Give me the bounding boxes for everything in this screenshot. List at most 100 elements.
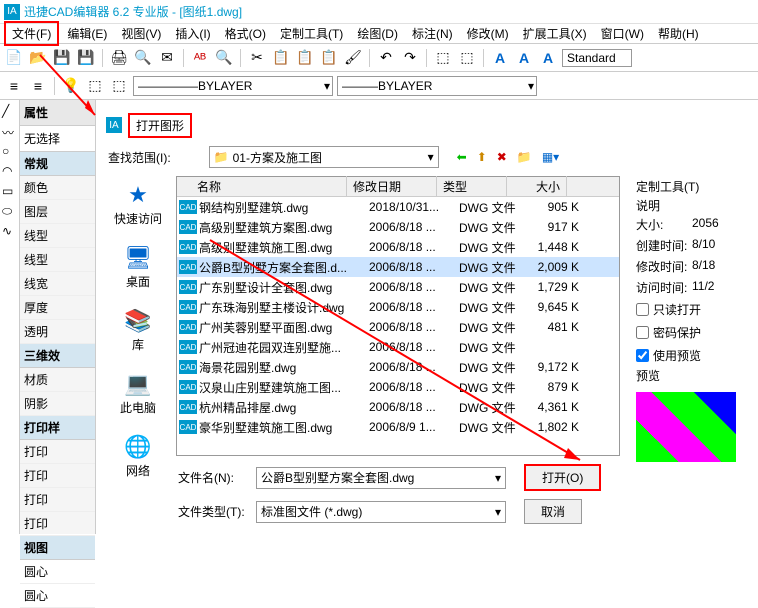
paste2-icon[interactable]: 📋 [319,48,339,68]
matchprop-icon[interactable]: 🖌 [343,48,363,68]
prop-row[interactable]: 打印 [20,512,95,536]
cancel-button[interactable]: 取消 [524,499,582,524]
file-row[interactable]: CAD杭州精品排屋.dwg2006/8/18 ...DWG 文件4,361 K [177,397,619,417]
new-icon[interactable]: 📄 [4,48,24,68]
place-库[interactable]: 📚库 [124,308,151,353]
line-icon[interactable]: ╱ [2,104,18,120]
file-row[interactable]: CAD广州芙蓉别墅平面图.dwg2006/8/18 ...DWG 文件481 K [177,317,619,337]
rect-icon[interactable]: ▭ [2,184,18,200]
file-row[interactable]: CAD广州冠迪花园双连别墅施...2006/8/18 ...DWG 文件 [177,337,619,357]
readonly-checkbox[interactable] [636,303,649,316]
prop-row[interactable]: 厚度 [20,296,95,320]
preview-checkbox[interactable] [636,349,649,362]
menu-file[interactable]: 文件(F) [4,21,59,46]
prop-row[interactable]: 线型 [20,248,95,272]
preview-icon[interactable]: 🔍 [133,48,153,68]
file-row[interactable]: CAD汉泉山庄别墅建筑施工图...2006/8/18 ...DWG 文件879 … [177,377,619,397]
paste-icon[interactable]: 📋 [295,48,315,68]
place-桌面[interactable]: 🖥桌面 [124,245,152,290]
prop-row[interactable]: 图层 [20,200,95,224]
file-row[interactable]: CAD广东别墅设计全套图.dwg2006/8/18 ...DWG 文件1,729… [177,277,619,297]
up-icon[interactable]: ⬆ [477,150,487,164]
layer-tool2-icon[interactable]: ⬚ [109,76,129,96]
prop-row[interactable]: 圆心 [20,584,95,608]
cut-icon[interactable]: ✂ [247,48,267,68]
viewmode-icon[interactable]: ▦▾ [542,150,559,164]
file-row[interactable]: CAD钢结构别墅建筑.dwg2018/10/31...DWG 文件905 K [177,197,619,217]
open-button[interactable]: 打开(O) [524,464,601,491]
print-icon[interactable]: 🖨 [109,48,129,68]
filename-input[interactable]: 公爵B型别墅方案全套图.dwg▾ [256,467,506,489]
file-row[interactable]: CAD公爵B型别墅方案全套图.d...2006/8/18 ...DWG 文件2,… [177,257,619,277]
copy-icon[interactable]: 📋 [271,48,291,68]
prop-row[interactable]: 透明 [20,320,95,344]
prop-row[interactable]: 线型 [20,224,95,248]
circle-icon[interactable]: ○ [2,144,18,160]
save-icon[interactable]: 💾 [52,48,72,68]
menu-dimension[interactable]: 标注(N) [406,23,459,44]
text-a3-icon[interactable]: A [538,48,558,68]
tool2-icon[interactable]: ⬚ [457,48,477,68]
tool1-icon[interactable]: ⬚ [433,48,453,68]
file-row[interactable]: CAD广东珠海别墅主楼设计.dwg2006/8/18 ...DWG 文件9,64… [177,297,619,317]
file-row[interactable]: CAD高级别墅建筑方案图.dwg2006/8/18 ...DWG 文件917 K [177,217,619,237]
prop-group-view[interactable]: 视图 [20,536,95,560]
spell-icon[interactable]: ᴬᴮ [190,48,210,68]
menu-help[interactable]: 帮助(H) [652,23,705,44]
polyline-icon[interactable]: 〰 [2,124,18,140]
layerstate-icon[interactable]: ≡ [28,76,48,96]
linetype-select[interactable]: —————BYLAYER▾ [133,76,333,96]
menu-customtools[interactable]: 定制工具(T) [274,23,349,44]
prop-row[interactable]: 材质 [20,368,95,392]
prop-row[interactable]: 打印 [20,440,95,464]
delete-icon[interactable]: ✖ [497,150,507,164]
file-row[interactable]: CAD高级别墅建筑施工图.dwg2006/8/18 ...DWG 文件1,448… [177,237,619,257]
menu-insert[interactable]: 插入(I) [169,23,216,44]
menu-format[interactable]: 格式(O) [219,23,272,44]
find-icon[interactable]: 🔍 [214,48,234,68]
file-row[interactable]: CAD豪华别墅建筑施工图.dwg2006/8/9 1...DWG 文件1,802… [177,417,619,437]
prop-row[interactable]: 打印 [20,464,95,488]
text-a-icon[interactable]: A [490,48,510,68]
password-checkbox[interactable] [636,326,649,339]
mail-icon[interactable]: ✉ [157,48,177,68]
bulb-icon[interactable]: 💡 [61,76,81,96]
prop-row[interactable]: 线宽 [20,272,95,296]
filetype-select[interactable]: 标准图文件 (*.dwg)▾ [256,501,506,523]
menu-exttools[interactable]: 扩展工具(X) [517,23,593,44]
ellipse-icon[interactable]: ⬭ [2,204,18,220]
saveas-icon[interactable]: 💾 [76,48,96,68]
menu-edit[interactable]: 编辑(E) [61,23,113,44]
file-row[interactable]: CAD海景花园别墅.dwg2006/8/18 ...DWG 文件9,172 K [177,357,619,377]
layer-icon[interactable]: ≡ [4,76,24,96]
place-快速访问[interactable]: ★快速访问 [114,182,162,227]
spline-icon[interactable]: ∿ [2,224,18,240]
folder-select[interactable]: 📁 01-方案及施工图 ▾ [209,146,439,168]
col-date[interactable]: 修改日期 [347,176,437,197]
undo-icon[interactable]: ↶ [376,48,396,68]
layer-tool-icon[interactable]: ⬚ [85,76,105,96]
menu-draw[interactable]: 绘图(D) [351,23,404,44]
prop-group-general[interactable]: 常规 [20,152,95,176]
open-icon[interactable]: 📂 [28,48,48,68]
col-name[interactable]: 名称 [177,176,347,197]
menu-window[interactable]: 窗口(W) [595,23,650,44]
back-icon[interactable]: ⬅ [457,150,467,164]
newfolder-icon[interactable]: 📁 [517,150,532,164]
prop-group-print[interactable]: 打印样 [20,416,95,440]
redo-icon[interactable]: ↷ [400,48,420,68]
col-type[interactable]: 类型 [437,176,507,197]
arc-icon[interactable]: ◠ [2,164,18,180]
col-size[interactable]: 大小 [507,176,567,197]
prop-row[interactable]: 阴影 [20,392,95,416]
text-a2-icon[interactable]: A [514,48,534,68]
menu-modify[interactable]: 修改(M) [461,23,515,44]
lineweight-select[interactable]: ———BYLAYER▾ [337,76,537,96]
text-style-select[interactable]: Standard [562,49,632,67]
place-此电脑[interactable]: 💻此电脑 [120,371,156,416]
prop-group-3d[interactable]: 三维效 [20,344,95,368]
prop-row[interactable]: 打印 [20,488,95,512]
prop-row[interactable]: 颜色 [20,176,95,200]
menu-view[interactable]: 视图(V) [115,23,167,44]
prop-row[interactable]: 圆心 [20,560,95,584]
